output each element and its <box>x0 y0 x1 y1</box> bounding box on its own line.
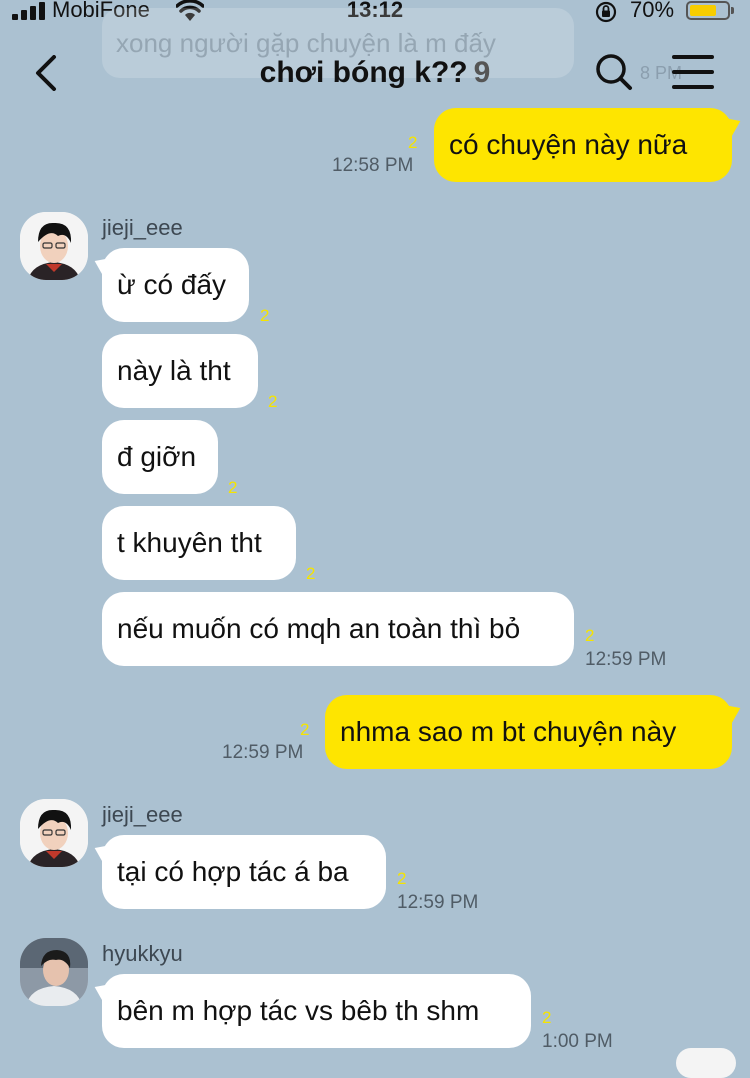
message-time: 1:00 PM <box>542 1031 613 1052</box>
avatar-jieji-eee[interactable] <box>20 799 88 867</box>
message-bubble-outgoing[interactable]: có chuyện này nữa <box>434 108 732 182</box>
message-bubble-incoming[interactable]: nếu muốn có mqh an toàn thì bỏ <box>102 592 574 666</box>
message-time: 12:59 PM <box>222 742 304 763</box>
message-bubble-outgoing[interactable]: nhma sao m bt chuyện này <box>325 695 732 769</box>
message-time: 12:58 PM <box>332 155 414 176</box>
unread-count: 2 <box>397 869 407 888</box>
message-bubble-incoming[interactable]: ừ có đấy <box>102 248 249 322</box>
previous-message-ghost-text: xong người gặp chuyện là m đấy <box>116 28 496 58</box>
sender-name: jieji_eee <box>102 215 183 240</box>
message-bubble-incoming[interactable]: đ giỡn <box>102 420 218 494</box>
chat-name: chơi bóng k?? <box>259 56 468 89</box>
sender-name: jieji_eee <box>102 802 183 827</box>
unread-count: 2 <box>542 1008 552 1027</box>
unread-count: 2 <box>585 626 595 645</box>
unread-count: 2 <box>306 564 316 583</box>
unread-count: 2 <box>408 133 418 152</box>
avatar-hyukkyu[interactable] <box>20 938 88 1006</box>
message-bubble-incoming[interactable]: tại có hợp tác á ba <box>102 835 386 909</box>
avatar-jieji-eee[interactable] <box>20 212 88 280</box>
avatar-portrait-icon <box>20 799 88 867</box>
message-time: 12:59 PM <box>585 649 667 670</box>
unread-count: 2 <box>300 720 310 739</box>
message-bubble-incoming[interactable]: bên m hợp tác vs bêb th shm <box>102 974 531 1048</box>
unread-count: 2 <box>268 392 278 411</box>
battery-percent: 70% <box>630 0 675 22</box>
battery-icon <box>686 1 734 20</box>
message-time: 12:59 PM <box>397 892 479 913</box>
partial-avatar <box>676 1048 736 1078</box>
menu-icon[interactable] <box>672 55 714 89</box>
sender-name: hyukkyu <box>102 941 183 966</box>
message-bubble-incoming[interactable]: này là tht <box>102 334 258 408</box>
search-icon[interactable] <box>594 52 634 92</box>
chat-title: chơi bóng k?? 9 <box>0 56 750 90</box>
unread-count: 2 <box>228 478 238 497</box>
avatar-portrait-icon <box>20 212 88 280</box>
message-bubble-incoming[interactable]: t khuyên tht <box>102 506 296 580</box>
avatar-portrait-icon <box>20 938 88 1006</box>
unread-count: 2 <box>260 306 270 325</box>
rotation-lock-icon <box>595 1 617 23</box>
member-count: 9 <box>473 56 491 89</box>
